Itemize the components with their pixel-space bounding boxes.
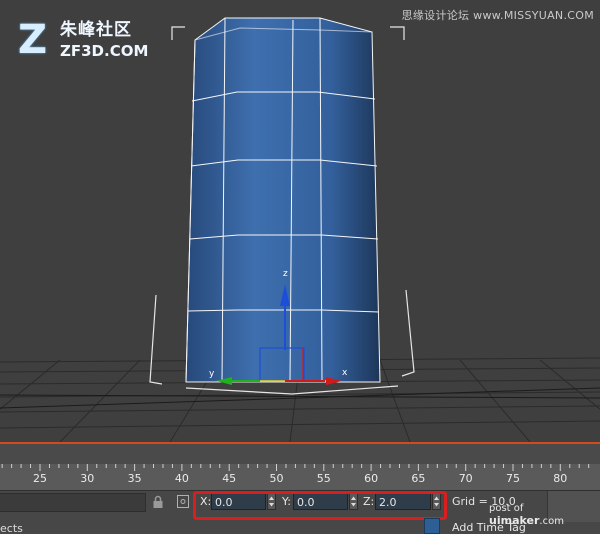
ruler-tick-label: 30 (80, 472, 95, 485)
ruler-tick-label: 80 (553, 472, 568, 485)
logo-name-cn: 朱峰社区 (60, 20, 132, 40)
time-tag-icon[interactable] (424, 518, 440, 534)
watermark-suffix: .com (539, 516, 564, 527)
ruler-tick-label: 35 (127, 472, 142, 485)
selection-status-text: ects (0, 522, 23, 534)
ruler-tick-label: 55 (316, 472, 331, 485)
axis-label-x: x (342, 368, 348, 378)
time-slider-track[interactable] (0, 442, 600, 464)
maxscript-listener-field[interactable] (0, 493, 146, 512)
perspective-viewport[interactable]: z x y Z 朱峰社区 ZF3D.COM 思缘设计论坛 www.MISSYUA… (0, 0, 600, 442)
watermark-prefix: post of (489, 503, 524, 514)
ruler-tick-label: 60 (364, 472, 379, 485)
lock-icon[interactable] (152, 495, 164, 509)
timeline-ruler[interactable]: 25 30 35 40 45 50 55 60 65 70 75 80 (0, 464, 600, 490)
zf3d-logo: Z 朱峰社区 ZF3D.COM (18, 18, 158, 62)
logo-mark: Z (18, 17, 48, 63)
logo-name-en: ZF3D.COM (60, 42, 149, 60)
absolute-mode-icon[interactable] (177, 495, 189, 508)
ruler-tick-label: 75 (506, 472, 520, 485)
viewport-scene: z x y (0, 17, 600, 442)
ruler-tick-label: 70 (458, 472, 473, 485)
cylinder-mesh (186, 18, 380, 382)
add-time-tag-button[interactable]: Add Time Tag (452, 521, 526, 534)
ruler-tick-label: 50 (269, 472, 284, 485)
ruler-tick-label: 45 (222, 472, 237, 485)
ruler-tick-label: 25 (33, 472, 47, 485)
ruler-tick-label: 65 (411, 472, 426, 485)
app-root: z x y Z 朱峰社区 ZF3D.COM 思缘设计论坛 www.MISSYUA… (0, 0, 600, 534)
coordinate-highlight-box (193, 491, 447, 520)
axis-label-y: y (209, 369, 215, 379)
ruler-tick-label: 40 (174, 472, 189, 485)
watermark-top: 思缘设计论坛 www.MISSYUAN.COM (401, 9, 594, 22)
status-bar: ects X: 0.0 Y: 0.0 Z: 2.0 Grid = 10.0 po… (0, 490, 600, 534)
axis-label-z: z (283, 269, 288, 279)
